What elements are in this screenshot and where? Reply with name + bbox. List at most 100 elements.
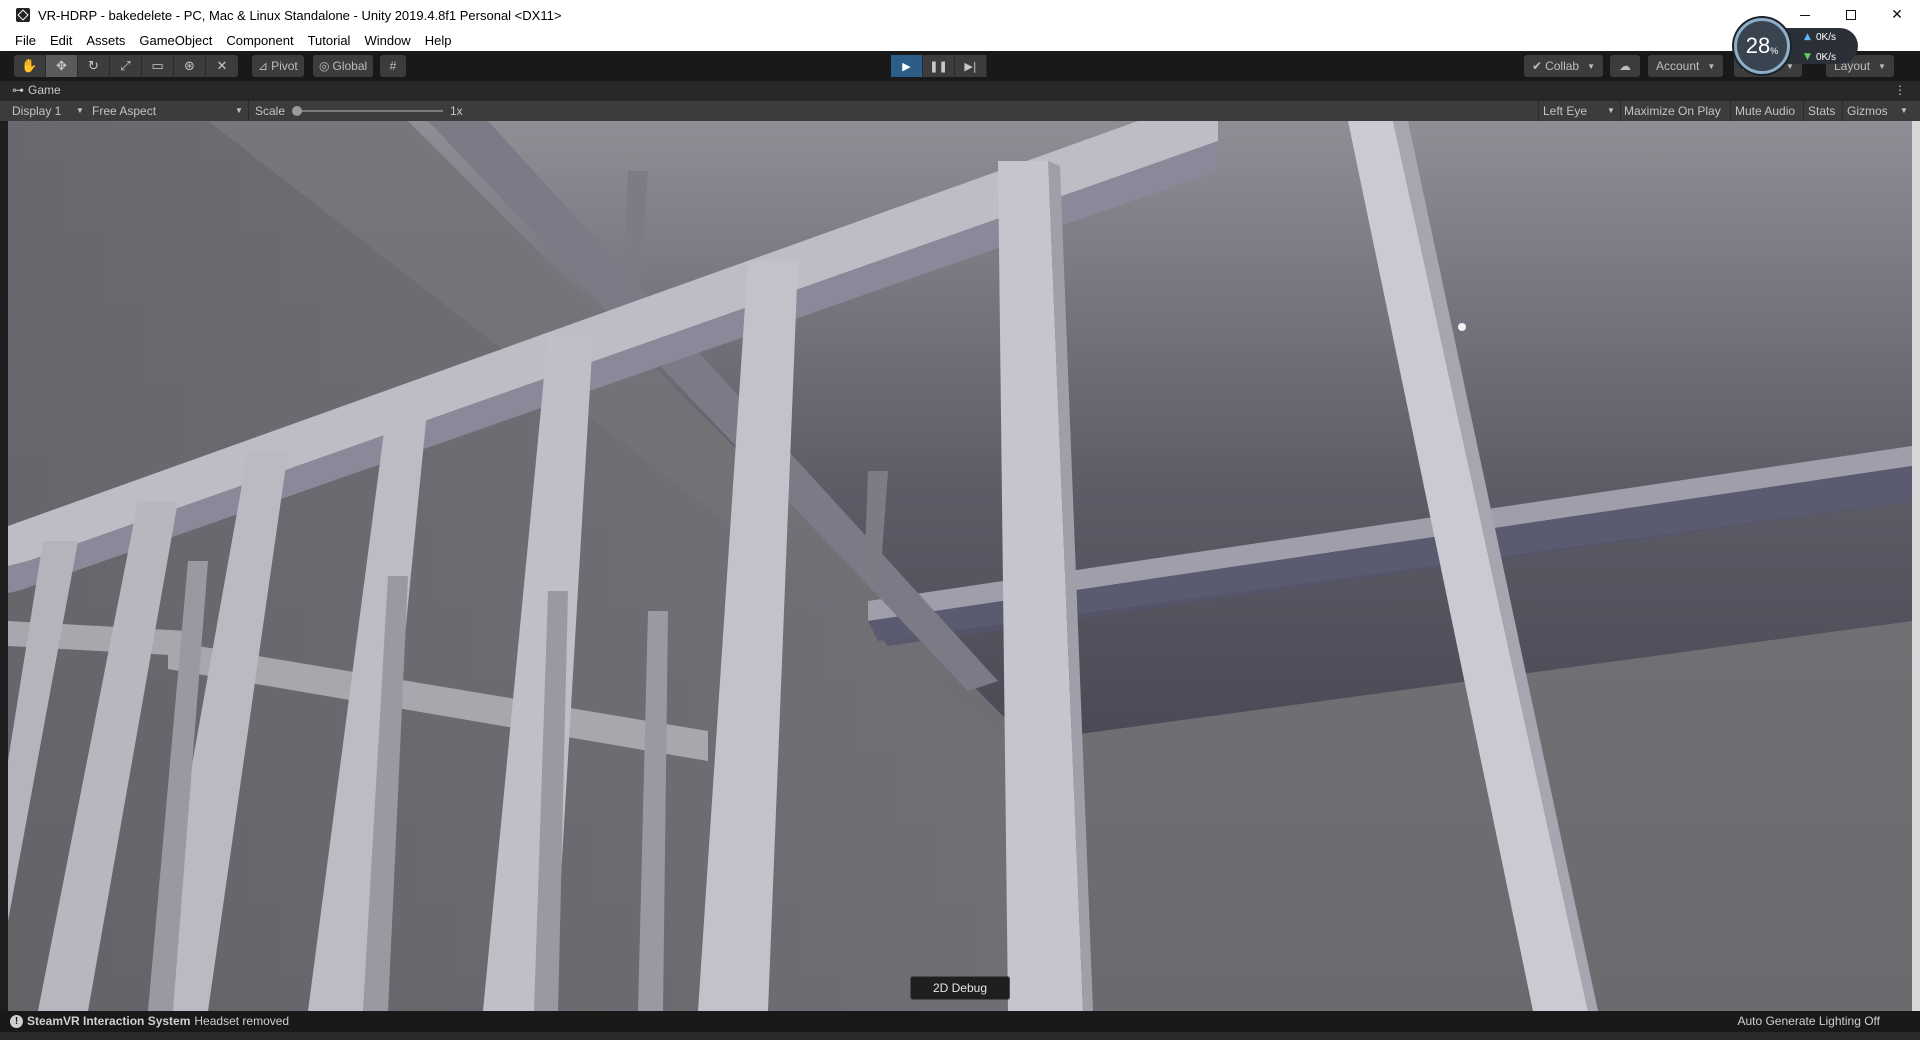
hand-icon: ✋: [21, 58, 38, 74]
global-toggle[interactable]: ◎ Global: [313, 55, 374, 77]
hand-tool-button[interactable]: ✋: [14, 55, 46, 77]
rect-icon: ▭: [151, 58, 164, 74]
menu-tutorial[interactable]: Tutorial: [301, 33, 358, 48]
pause-button[interactable]: ❚❚: [923, 55, 955, 77]
menu-edit[interactable]: Edit: [43, 33, 79, 48]
grid-icon: #: [389, 59, 397, 73]
tab-game[interactable]: ⊶ Game: [12, 83, 61, 97]
scale-value: 1x: [450, 104, 463, 118]
cpu-usage-value: 28: [1745, 33, 1771, 58]
play-button[interactable]: ▶: [891, 55, 923, 77]
window-title-bar: VR-HDRP - bakedelete - PC, Mac & Linux S…: [0, 0, 1920, 30]
globe-icon: ◎: [319, 59, 330, 73]
unity-app-icon: [16, 8, 30, 22]
chevron-down-icon: ▼: [1607, 106, 1615, 115]
play-icon: ▶: [902, 59, 911, 73]
status-message: Headset removed: [194, 1014, 290, 1028]
global-label: Global: [332, 59, 368, 73]
toolbar-divider: [1803, 101, 1804, 121]
scale-tool-button[interactable]: ⤢: [110, 55, 142, 77]
grid-snap-button[interactable]: #: [380, 55, 406, 77]
toolbar-divider: [1730, 101, 1731, 121]
scale-slider-track[interactable]: [296, 110, 443, 112]
step-icon: ▶|: [964, 59, 977, 73]
cpu-usage-dial: 28%: [1734, 18, 1790, 74]
rect-tool-button[interactable]: ▭: [142, 55, 174, 77]
custom-tool-button[interactable]: ✕: [206, 55, 238, 77]
pivot-label: Pivot: [271, 59, 298, 73]
scale-icon: ⤢: [120, 58, 131, 74]
toolbar-divider: [248, 101, 249, 121]
pivot-toggle[interactable]: ⊿ Pivot: [252, 55, 304, 77]
chevron-down-icon: ▼: [1587, 61, 1596, 71]
download-arrow-icon: ▼: [1804, 52, 1811, 62]
gamepad-icon: ⊶: [12, 83, 24, 97]
menu-component[interactable]: Component: [219, 33, 300, 48]
close-icon: ✕: [1891, 7, 1903, 23]
scene-render: [8, 121, 1912, 1011]
download-rate: 0K/s: [1816, 52, 1837, 63]
transform-icon: ⊛: [184, 58, 195, 74]
network-monitor-widget[interactable]: 28% ▲ 0K/s ▼ 0K/s: [1734, 14, 1860, 74]
window-title: VR-HDRP - bakedelete - PC, Mac & Linux S…: [38, 7, 562, 23]
transform-tools: ✋ ✥ ↻ ⤢ ▭ ⊛ ✕: [14, 55, 238, 77]
lighting-status: Auto Generate Lighting Off: [1737, 1014, 1880, 1028]
stats-toggle[interactable]: Stats: [1808, 104, 1835, 118]
debug-2d-button[interactable]: 2D Debug: [910, 976, 1010, 1000]
close-button[interactable]: ✕: [1874, 0, 1920, 30]
eye-dropdown[interactable]: Left Eye: [1543, 104, 1587, 118]
menu-window[interactable]: Window: [357, 33, 417, 48]
chevron-down-icon: ▼: [1707, 61, 1716, 71]
cpu-usage-unit: %: [1770, 46, 1779, 56]
aspect-dropdown[interactable]: Free Aspect: [92, 104, 156, 118]
playmode-controls: ▶ ❚❚ ▶|: [891, 55, 987, 77]
pause-icon: ❚❚: [929, 59, 948, 73]
game-viewport[interactable]: [8, 121, 1912, 1011]
menu-gameobject[interactable]: GameObject: [132, 33, 219, 48]
menu-help[interactable]: Help: [418, 33, 459, 48]
status-source: SteamVR Interaction System: [27, 1014, 191, 1028]
collab-label: Collab: [1545, 59, 1580, 73]
pivot-icon: ⊿: [258, 59, 269, 73]
cloud-icon: ☁: [1619, 59, 1631, 73]
menu-file[interactable]: File: [0, 33, 43, 48]
collab-dropdown[interactable]: ✔ Collab ▼: [1524, 55, 1604, 77]
menu-assets[interactable]: Assets: [79, 33, 132, 48]
scale-label: Scale: [255, 104, 286, 118]
chevron-down-icon: ▼: [235, 106, 243, 115]
status-bar: ! SteamVR Interaction System Headset rem…: [0, 1011, 1920, 1032]
transform-tool-button[interactable]: ⊛: [174, 55, 206, 77]
bottom-edge: [0, 1032, 1920, 1040]
reticle-dot: [1458, 323, 1466, 331]
rotate-tool-button[interactable]: ↻: [78, 55, 110, 77]
rotate-icon: ↻: [88, 58, 99, 74]
account-label: Account: [1656, 59, 1700, 73]
gizmos-toggle[interactable]: Gizmos: [1847, 104, 1888, 118]
right-edge-strip: [1912, 121, 1920, 1011]
toolbar-divider: [1842, 101, 1843, 121]
console-status[interactable]: ! SteamVR Interaction System Headset rem…: [10, 1014, 289, 1028]
collab-check-icon: ✔: [1532, 59, 1543, 73]
menu-bar: File Edit Assets GameObject Component Tu…: [0, 30, 1920, 51]
move-tool-button[interactable]: ✥: [46, 55, 78, 77]
toolbar-divider: [1538, 101, 1539, 121]
chevron-down-icon: ▼: [1878, 61, 1886, 71]
maximize-on-play-toggle[interactable]: Maximize On Play: [1624, 104, 1721, 118]
move-icon: ✥: [56, 58, 67, 74]
upload-rate: 0K/s: [1816, 32, 1837, 43]
info-icon: !: [10, 1014, 23, 1028]
scale-slider-thumb[interactable]: [292, 106, 302, 116]
mute-audio-toggle[interactable]: Mute Audio: [1735, 104, 1795, 118]
game-tab-bar: ⊶ Game ⋮: [0, 81, 1920, 101]
upload-arrow-icon: ▲: [1804, 32, 1811, 42]
step-button[interactable]: ▶|: [955, 55, 987, 77]
main-toolbar: ✋ ✥ ↻ ⤢ ▭ ⊛ ✕ ⊿ Pivot ◎ Global # ▶ ❚❚ ▶| ✔…: [0, 51, 1920, 81]
toolbar-divider: [1620, 101, 1621, 121]
display-dropdown[interactable]: Display 1: [12, 104, 61, 118]
tab-game-label: Game: [28, 83, 61, 97]
account-dropdown[interactable]: Account ▼: [1648, 55, 1724, 77]
game-view-toolbar: Display 1 ▼ Free Aspect ▼ Scale 1x Left …: [0, 101, 1920, 121]
cloud-button[interactable]: ☁: [1610, 55, 1640, 77]
chevron-down-icon: ▼: [76, 106, 84, 115]
tab-menu-icon[interactable]: ⋮: [1894, 83, 1906, 97]
